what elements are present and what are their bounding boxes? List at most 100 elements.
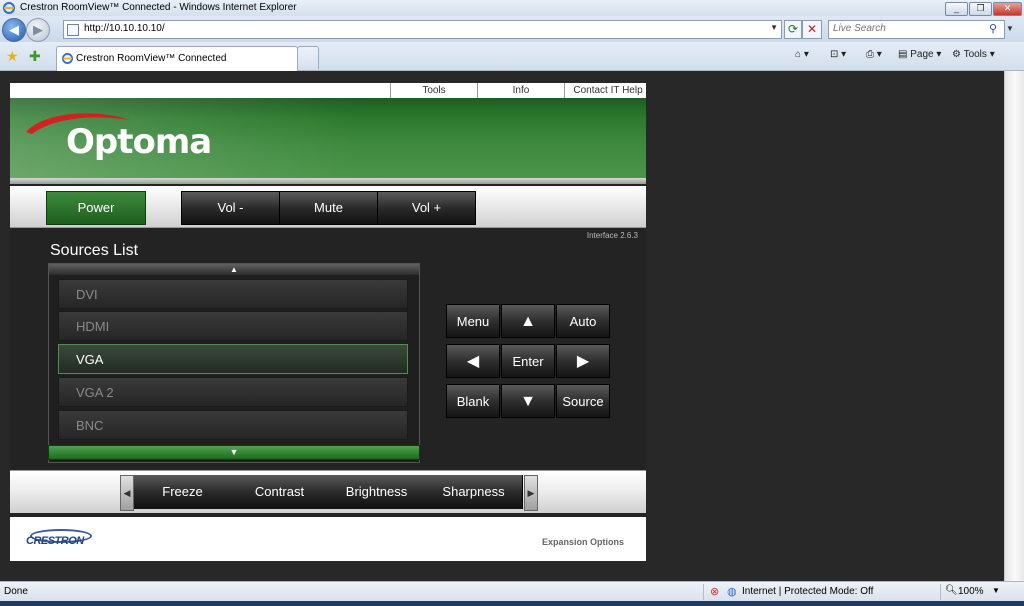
interface-version: Interface 2.6.3 [586,231,638,240]
back-arrow-icon: ◀ [9,22,19,37]
stop-button[interactable]: ✕ [802,20,822,39]
nav-info-link[interactable]: Info [477,83,564,98]
volume-down-button[interactable]: Vol - [181,191,280,225]
address-dropdown-icon[interactable]: ▼ [770,23,778,32]
right-button[interactable]: ▶ [556,344,610,378]
page-icon [67,24,79,36]
power-button[interactable]: Power [46,191,146,225]
page-menu-icon: ▤ [898,49,911,60]
blank-button[interactable]: Blank [446,384,500,418]
favorites-star-icon[interactable]: ★ [6,48,19,65]
panel-top-nav: Tools Info Contact IT Help [10,83,646,98]
tab-command-row: ★ ✚ Crestron RoomView™ Connected ⌂ ▾ ⊡ ▾… [0,42,1024,71]
search-dropdown-icon[interactable]: ▼ [1006,24,1014,33]
sources-list: ▲ DVI HDMI VGA VGA 2 BNC [48,263,420,463]
crestron-logo: CRESTRON [26,529,100,551]
home-icon[interactable]: ⌂ ▾ [795,49,809,60]
control-bar: Power Vol - Mute Vol + [10,186,646,228]
down-triangle-icon: ▼ [520,393,536,410]
down-button[interactable]: ▼ [501,384,555,418]
volume-up-button[interactable]: Vol + [377,191,476,225]
globe-icon: ◍ [727,586,737,598]
brand-banner: Optoma [10,98,646,178]
contrast-button[interactable]: Contrast [231,475,329,509]
arrow-right-icon: ▶ [527,488,535,498]
vertical-scrollbar[interactable] [1004,71,1024,581]
auto-button[interactable]: Auto [556,304,610,338]
tools-gear-icon: ⚙ [952,49,964,60]
window-title: Crestron RoomView™ Connected - Windows I… [20,2,297,13]
panel-footer: CRESTRON Expansion Options [10,517,646,561]
up-triangle-icon: ▲ [520,313,536,330]
arrow-down-icon: ▼ [229,447,239,457]
status-separator [703,584,704,600]
menu-button[interactable]: Menu [446,304,500,338]
search-box[interactable]: ⚲ [828,20,1005,39]
blocked-icon: ⊗ [710,586,720,598]
forward-arrow-icon: ▶ [33,22,43,37]
roomview-panel: Tools Info Contact IT Help Optoma Power … [10,83,646,561]
refresh-icon: ⟳ [787,22,799,36]
security-zone[interactable]: Internet | Protected Mode: Off [742,586,873,597]
adjustment-bar: ◀ Freeze Contrast Brightness Sharpness ▶ [10,470,646,513]
close-window-button[interactable]: ✕ [993,2,1022,16]
scroll-left-button[interactable]: ◀ [120,475,134,511]
add-favorites-icon[interactable]: ✚ [29,48,41,65]
source-item-vga2[interactable]: VGA 2 [58,377,408,407]
address-toolbar: ◀ ▶ http://10.10.10.10/ ▼ ⟳ ✕ ⚲ ▼ [0,16,1024,42]
arrow-left-icon: ◀ [123,488,131,498]
ie-logo-icon [3,2,15,14]
up-button[interactable]: ▲ [501,304,555,338]
stop-icon: ✕ [806,22,818,36]
zoom-level[interactable]: 100% [958,586,984,597]
expansion-options-link[interactable]: Expansion Options [542,537,624,547]
source-item-bnc[interactable]: BNC [58,410,408,440]
new-tab-button[interactable] [297,46,319,69]
optoma-logo: Optoma [24,108,224,168]
brightness-button[interactable]: Brightness [328,475,426,509]
source-item-dvi[interactable]: DVI [58,279,408,309]
tab-roomview[interactable]: Crestron RoomView™ Connected [56,46,298,71]
source-item-hdmi[interactable]: HDMI [58,311,408,341]
left-button[interactable]: ◀ [446,344,500,378]
scroll-down-button[interactable]: ▼ [48,445,420,460]
window-titlebar: Crestron RoomView™ Connected - Windows I… [0,0,1024,16]
zoom-icon: 🔍︎ [945,585,958,596]
arrow-up-icon: ▲ [230,265,238,274]
search-input[interactable] [829,21,987,36]
source-button[interactable]: Source [556,384,610,418]
status-separator-2 [940,584,941,600]
left-triangle-icon: ◀ [466,353,480,370]
back-button[interactable]: ◀ [2,18,26,42]
nav-contact-link[interactable]: Contact IT Help [564,83,651,98]
forward-button[interactable]: ▶ [26,18,50,42]
restore-button[interactable]: ❐ [969,2,992,16]
brand-wordmark: Optoma [66,122,212,162]
status-bar: Done ⊗ ◍ Internet | Protected Mode: Off … [0,581,1024,602]
tools-menu-label: Tools [963,49,987,60]
sharpness-button[interactable]: Sharpness [425,475,523,509]
address-url[interactable]: http://10.10.10.10/ [84,23,165,34]
sources-list-title: Sources List [50,242,139,259]
print-icon[interactable]: ⎙ ▾ [866,49,882,60]
status-text: Done [4,586,28,597]
zoom-dropdown-icon[interactable]: ▼ [992,586,1000,595]
source-item-vga[interactable]: VGA [58,344,408,374]
tools-menu[interactable]: ⚙ Tools ▾ [952,49,995,60]
mute-button[interactable]: Mute [279,191,378,225]
minimize-button[interactable]: _ [945,2,968,16]
scroll-up-button[interactable]: ▲ [49,264,419,275]
page-menu[interactable]: ▤ Page ▾ [898,49,941,60]
address-bar[interactable]: http://10.10.10.10/ ▼ [63,20,782,39]
nav-tools-link[interactable]: Tools [390,83,477,98]
freeze-button[interactable]: Freeze [134,475,232,509]
tab-label: Crestron RoomView™ Connected [76,53,227,64]
ie-tab-icon [62,53,73,64]
taskbar-strip [0,601,1024,606]
enter-button[interactable]: Enter [501,344,555,378]
banner-divider [10,178,646,184]
search-icon[interactable]: ⚲ [989,22,997,35]
scroll-right-button[interactable]: ▶ [524,475,538,511]
feeds-icon[interactable]: ⊡ ▾ [830,49,846,60]
refresh-button[interactable]: ⟳ [784,20,802,39]
